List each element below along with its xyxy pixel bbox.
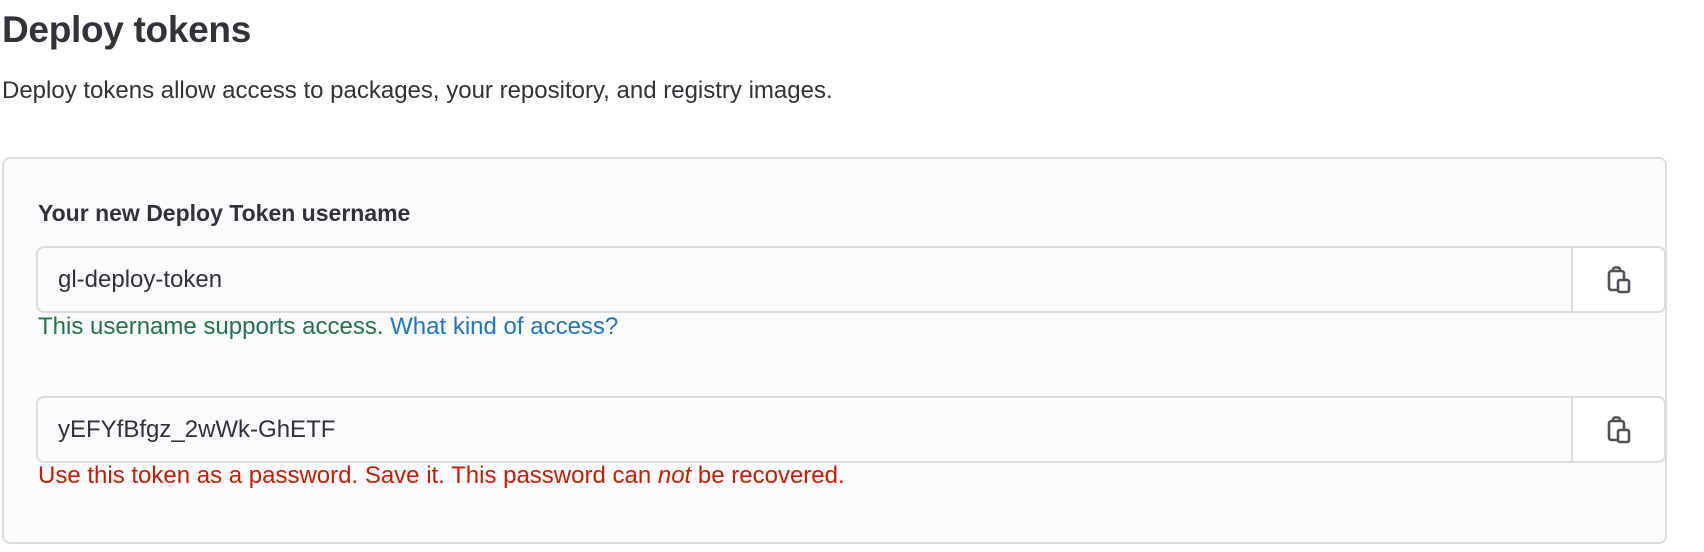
- token-warning-emphasis: not: [657, 462, 692, 489]
- deploy-token-field[interactable]: [36, 396, 1571, 463]
- page-description: Deploy tokens allow access to packages, …: [2, 77, 833, 104]
- username-label: Your new Deploy Token username: [38, 200, 411, 226]
- copy-username-button[interactable]: [1571, 246, 1666, 313]
- token-warning-text: Use this token as a password. Save it. T…: [38, 459, 845, 493]
- page-title: Deploy tokens: [2, 9, 251, 50]
- username-help-message: This username supports access.: [38, 313, 384, 340]
- username-input-group: [36, 246, 1666, 313]
- new-deploy-token-panel: Your new Deploy Token username This user…: [2, 157, 1667, 544]
- access-help-link[interactable]: What kind of access?: [390, 313, 618, 340]
- copy-to-clipboard-icon: [1606, 415, 1632, 445]
- username-field[interactable]: [36, 246, 1571, 313]
- token-warning-suffix: be recovered.: [697, 462, 845, 489]
- token-input-group: [36, 396, 1666, 463]
- copy-to-clipboard-icon: [1606, 265, 1632, 295]
- username-help-text: This username supports access. What kind…: [38, 310, 618, 344]
- token-warning-prefix: Use this token as a password. Save it. T…: [38, 462, 652, 489]
- copy-token-button[interactable]: [1571, 396, 1666, 463]
